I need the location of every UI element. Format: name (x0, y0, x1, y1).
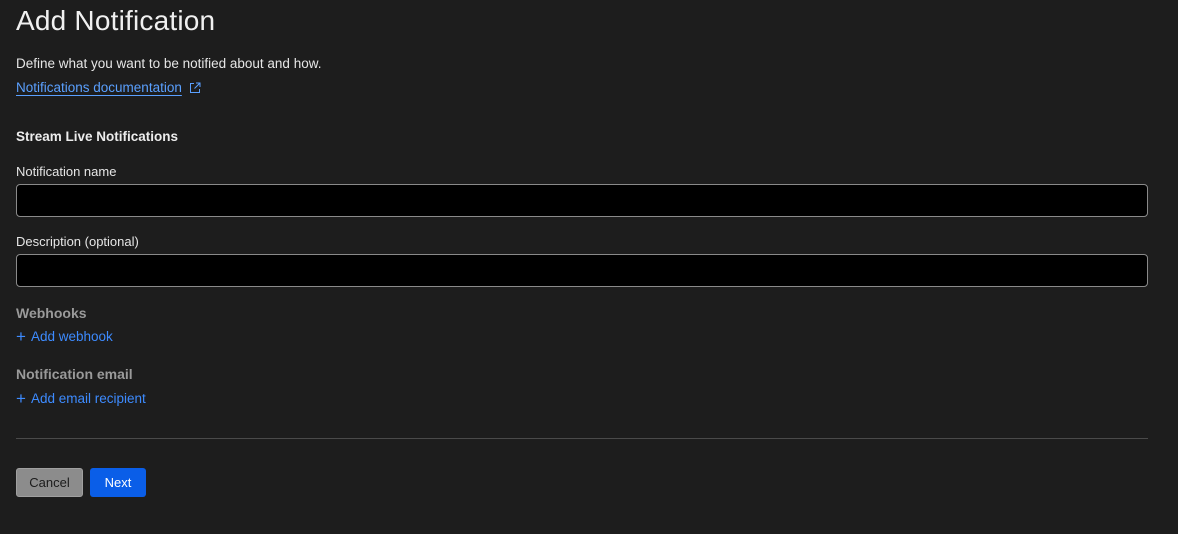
add-notification-page: Add Notification Define what you want to… (0, 0, 1178, 534)
cancel-button[interactable]: Cancel (16, 468, 83, 497)
page-title: Add Notification (16, 5, 216, 36)
notification-name-input[interactable] (16, 184, 1148, 217)
notification-email-label: Notification email (16, 366, 133, 382)
notification-name-label: Notification name (16, 164, 117, 179)
add-email-recipient-button[interactable]: + Add email recipient (16, 389, 146, 408)
add-webhook-button[interactable]: + Add webhook (16, 327, 113, 346)
notifications-documentation-link[interactable]: Notifications documentation (16, 80, 201, 95)
plus-icon: + (16, 389, 26, 408)
page-subtitle: Define what you want to be notified abou… (16, 56, 322, 71)
divider (16, 438, 1148, 439)
description-input[interactable] (16, 254, 1148, 287)
add-webhook-label: Add webhook (30, 329, 113, 344)
next-button[interactable]: Next (90, 468, 146, 497)
documentation-link-label: Notifications documentation (16, 80, 182, 95)
external-link-icon (189, 82, 201, 93)
plus-icon: + (16, 327, 26, 346)
description-label: Description (optional) (16, 234, 139, 249)
section-title: Stream Live Notifications (16, 129, 179, 144)
webhooks-label: Webhooks (16, 305, 87, 321)
add-email-recipient-label: Add email recipient (30, 391, 146, 406)
